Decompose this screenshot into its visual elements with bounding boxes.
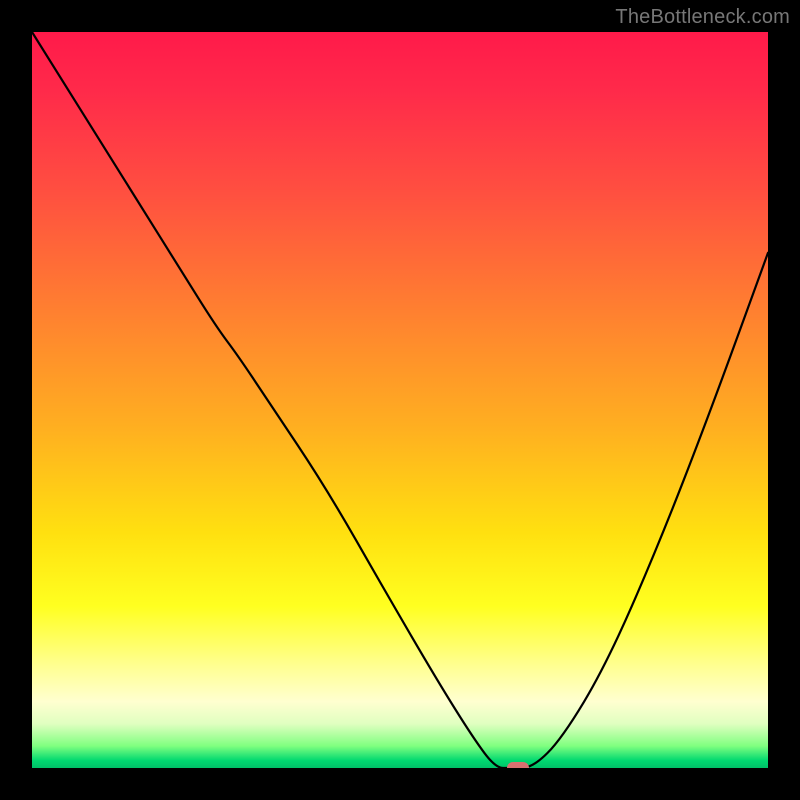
optimal-point-marker <box>507 762 529 768</box>
chart-frame: TheBottleneck.com <box>0 0 800 800</box>
plot-area <box>32 32 768 768</box>
bottleneck-curve-path <box>32 32 768 768</box>
watermark-text: TheBottleneck.com <box>615 6 790 29</box>
curve-svg <box>32 32 768 768</box>
